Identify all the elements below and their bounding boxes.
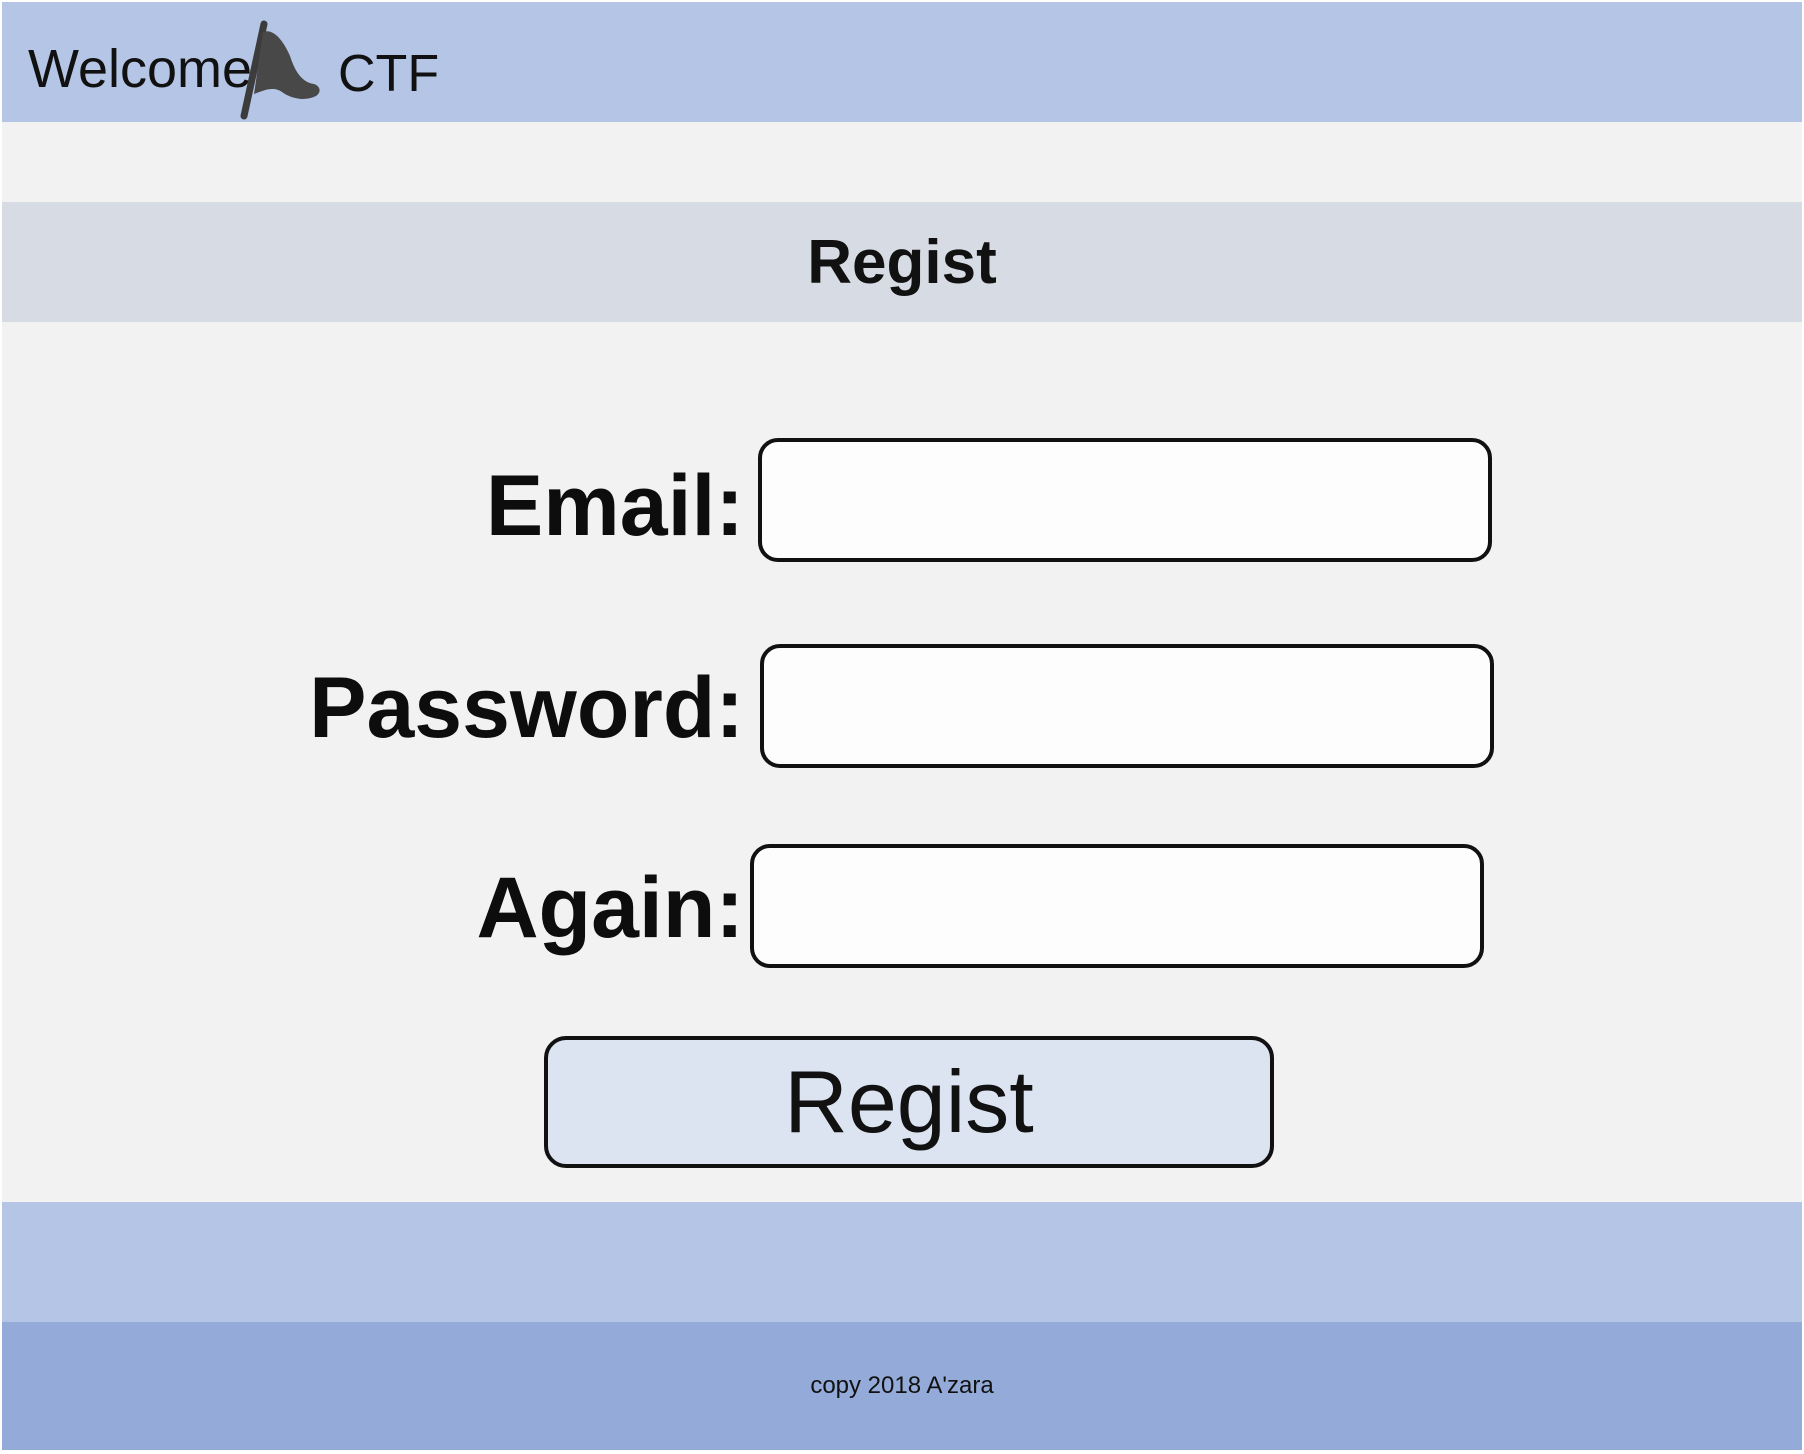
page-title: Regist [807, 227, 997, 297]
page: Welcome CTF Regist Email: Password: Agai… [0, 0, 1804, 1454]
flag-icon [240, 20, 320, 120]
register-form: Email: Password: Again: Regist [2, 322, 1802, 1202]
page-title-bar: Regist [2, 202, 1802, 322]
regist-button[interactable]: Regist [544, 1036, 1274, 1168]
footer: copy 2018 A'zara [2, 1322, 1802, 1450]
password-again-label: Again: [476, 860, 744, 956]
password-label: Password: [309, 660, 744, 756]
email-field[interactable] [758, 438, 1492, 562]
email-label: Email: [485, 458, 744, 554]
header: Welcome CTF [2, 2, 1802, 122]
password-again-field[interactable] [750, 844, 1484, 968]
password-field[interactable] [760, 644, 1494, 768]
brand-ctf: CTF [338, 45, 440, 103]
footer-band [2, 1202, 1802, 1322]
brand-welcome: Welcome [28, 39, 253, 99]
header-spacer [2, 122, 1802, 202]
copyright-text: copy 2018 A'zara [810, 1372, 994, 1399]
